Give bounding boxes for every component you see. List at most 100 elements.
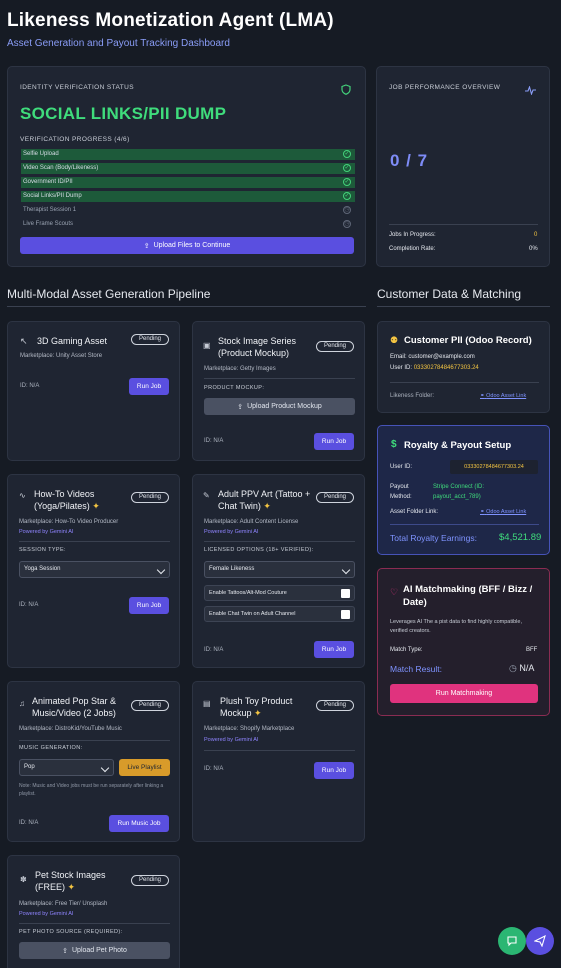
chevron-down-icon [341, 565, 351, 575]
send-button[interactable] [526, 927, 554, 955]
status-badge: Pending [316, 492, 354, 503]
powered-by-label: Powered by Gemini AI [204, 529, 259, 535]
odoo-asset-link[interactable]: ⚭ Odoo Asset Link [480, 509, 526, 515]
status-badge: Pending [131, 700, 169, 711]
activity-icon [525, 82, 536, 100]
check-circle-icon: ✓ [343, 164, 351, 172]
shield-icon [341, 82, 351, 100]
music-genre-select[interactable]: Pop [19, 759, 114, 776]
royalty-user-id: 03330278484677303.24 [450, 460, 538, 474]
run-job-button[interactable]: Run Job [129, 597, 169, 614]
user-id-row: User ID: 03330278484677303.24 [390, 365, 479, 371]
run-job-button[interactable]: Run Job [314, 762, 354, 779]
divider [390, 382, 539, 383]
run-music-job-button[interactable]: Run Music Job [109, 815, 169, 832]
run-job-button[interactable]: Run Job [129, 378, 169, 395]
match-result-value: ◷ N/A [509, 663, 535, 673]
brush-icon: ✎ [203, 491, 210, 500]
asset-card-stock-image: ▣ Stock Image Series (Product Mockup) Pe… [192, 321, 365, 461]
pet-photo-source-label: PET PHOTO SOURCE (REQUIRED): [19, 929, 123, 935]
royalty-title: Royalty & Payout Setup [404, 440, 512, 451]
powered-by-label: Powered by Gemini AI [19, 911, 74, 917]
sparkle-icon: ✦ [67, 882, 76, 892]
job-id: ID: N/A [20, 383, 40, 389]
verification-step: Government ID/PII ✓ [21, 177, 355, 188]
upload-pet-photo-button[interactable]: ⇪ Upload Pet Photo [19, 942, 170, 959]
check-circle-icon: ✓ [343, 178, 351, 186]
enable-tattoos-checkbox[interactable]: Enable Tattoos/Alt-Mod Couture [204, 585, 355, 601]
royalty-payout-card: $ Royalty & Payout Setup User ID: 033302… [377, 425, 550, 555]
marketplace-label: Marketplace: DistroKid/YouTube Music [19, 726, 122, 732]
job-performance-card: JOB PERFORMANCE OVERVIEW 0 / 7 Jobs In P… [376, 66, 550, 267]
verification-step: Selfie Upload ✓ [21, 149, 355, 160]
upload-product-mockup-button[interactable]: ⇪ Upload Product Mockup [204, 398, 355, 415]
sparkle-icon: ✦ [263, 501, 271, 511]
chat-icon [507, 936, 517, 947]
dollar-icon: $ [391, 439, 397, 450]
clock-icon: ◷ [509, 663, 517, 673]
run-job-button[interactable]: Run Job [314, 641, 354, 658]
likeness-select[interactable]: Female Likeness [204, 561, 355, 578]
app-subtitle: Asset Generation and Payout Tracking Das… [7, 38, 230, 49]
sparkle-icon: ✦ [92, 501, 100, 511]
clock-icon: ◷ [343, 220, 351, 228]
identity-status: SOCIAL LINKS/PII DUMP [20, 104, 227, 123]
asset-card-plush-toy: ▤ Plush Toy Product Mockup ✦ Pending Mar… [192, 681, 365, 842]
music-icon: ♫ [19, 699, 25, 708]
divider [389, 224, 538, 225]
powered-by-label: Powered by Gemini AI [19, 529, 74, 535]
asset-card-3d-gaming: ↖ 3D Gaming Asset Pending Marketplace: U… [7, 321, 180, 461]
customer-pii-card: ⚉ Customer PII (Odoo Record) Email: cust… [377, 321, 550, 413]
run-matchmaking-button[interactable]: Run Matchmaking [390, 684, 538, 703]
checkbox-box [341, 589, 350, 598]
app-title: Likeness Monetization Agent (LMA) [7, 10, 334, 31]
product-mockup-label: PRODUCT MOCKUP: [204, 385, 265, 391]
payout-method-value: Stripe Connect (ID: payout_acct_789) [433, 484, 485, 500]
status-badge: Pending [131, 875, 169, 886]
match-type-label: Match Type: [390, 647, 423, 653]
verification-step: Live Frame Scouts ◷ [23, 220, 351, 228]
run-job-button[interactable]: Run Job [314, 433, 354, 450]
card-title: Pet Stock Images (FREE) ✦ [35, 870, 106, 892]
activity-icon: ∿ [19, 491, 26, 500]
enable-chat-twin-checkbox[interactable]: Enable Chat Twin on Adult Channel [204, 606, 355, 622]
marketplace-label: Marketplace: Free Tier/ Unsplash [19, 901, 108, 907]
job-id: ID: N/A [204, 438, 224, 444]
odoo-asset-link[interactable]: ⚭ Odoo Asset Link [480, 393, 526, 399]
divider [204, 541, 355, 542]
royalty-user-id-label: User ID: [390, 464, 413, 470]
upload-icon: ⇪ [62, 947, 68, 955]
upload-files-button[interactable]: ⇪ Upload Files to Continue [20, 237, 354, 254]
payout-method-label: Payout Method: [390, 484, 412, 500]
heart-icon: ♡ [390, 587, 399, 597]
music-note: Note: Music and Video jobs must be run s… [19, 783, 164, 797]
card-title: Plush Toy Product Mockup ✦ [220, 696, 293, 718]
card-title: Adult PPV Art (Tattoo + Chat Twin) ✦ [218, 489, 311, 511]
asset-card-pet-stock: ✽ Pet Stock Images (FREE) ✦ Pending Mark… [7, 855, 180, 968]
match-result-label: Match Result: [390, 664, 442, 674]
verification-progress-label: VERIFICATION PROGRESS (4/6) [20, 136, 130, 143]
session-type-label: SESSION TYPE: [19, 547, 66, 553]
live-playlist-button[interactable]: Live Playlist [119, 759, 170, 776]
match-type-value: BFF [526, 647, 538, 653]
chat-button[interactable] [498, 927, 526, 955]
upload-icon: ⇪ [237, 403, 244, 411]
link-icon: ⚭ [480, 393, 485, 399]
marketplace-label: Marketplace: Shopify Marketplace [204, 726, 295, 732]
marketplace-label: Marketplace: Getty Images [204, 366, 276, 372]
link-icon: ⚭ [480, 509, 485, 515]
powered-by-label: Powered by Gemini AI [204, 737, 259, 743]
matchmaking-card: ♡ AI Matchmaking (BFF / Bizz / Date) Lev… [377, 568, 550, 716]
card-title: How-To Videos (Yoga/Pilates) ✦ [34, 489, 100, 511]
divider [19, 541, 170, 542]
match-description: Leverages AI The a pist data to find hig… [390, 619, 522, 634]
asset-card-how-to-videos: ∿ How-To Videos (Yoga/Pilates) ✦ Pending… [7, 474, 180, 668]
status-badge: Pending [131, 334, 169, 345]
session-type-select[interactable]: Yoga Session [19, 561, 170, 578]
status-badge: Pending [316, 341, 354, 352]
music-generation-label: MUSIC GENERATION: [19, 745, 83, 751]
identity-label: IDENTITY VERIFICATION STATUS [20, 84, 135, 91]
marketplace-label: Marketplace: Unity Asset Store [20, 353, 103, 359]
job-id: ID: N/A [204, 766, 224, 772]
divider [19, 923, 170, 924]
